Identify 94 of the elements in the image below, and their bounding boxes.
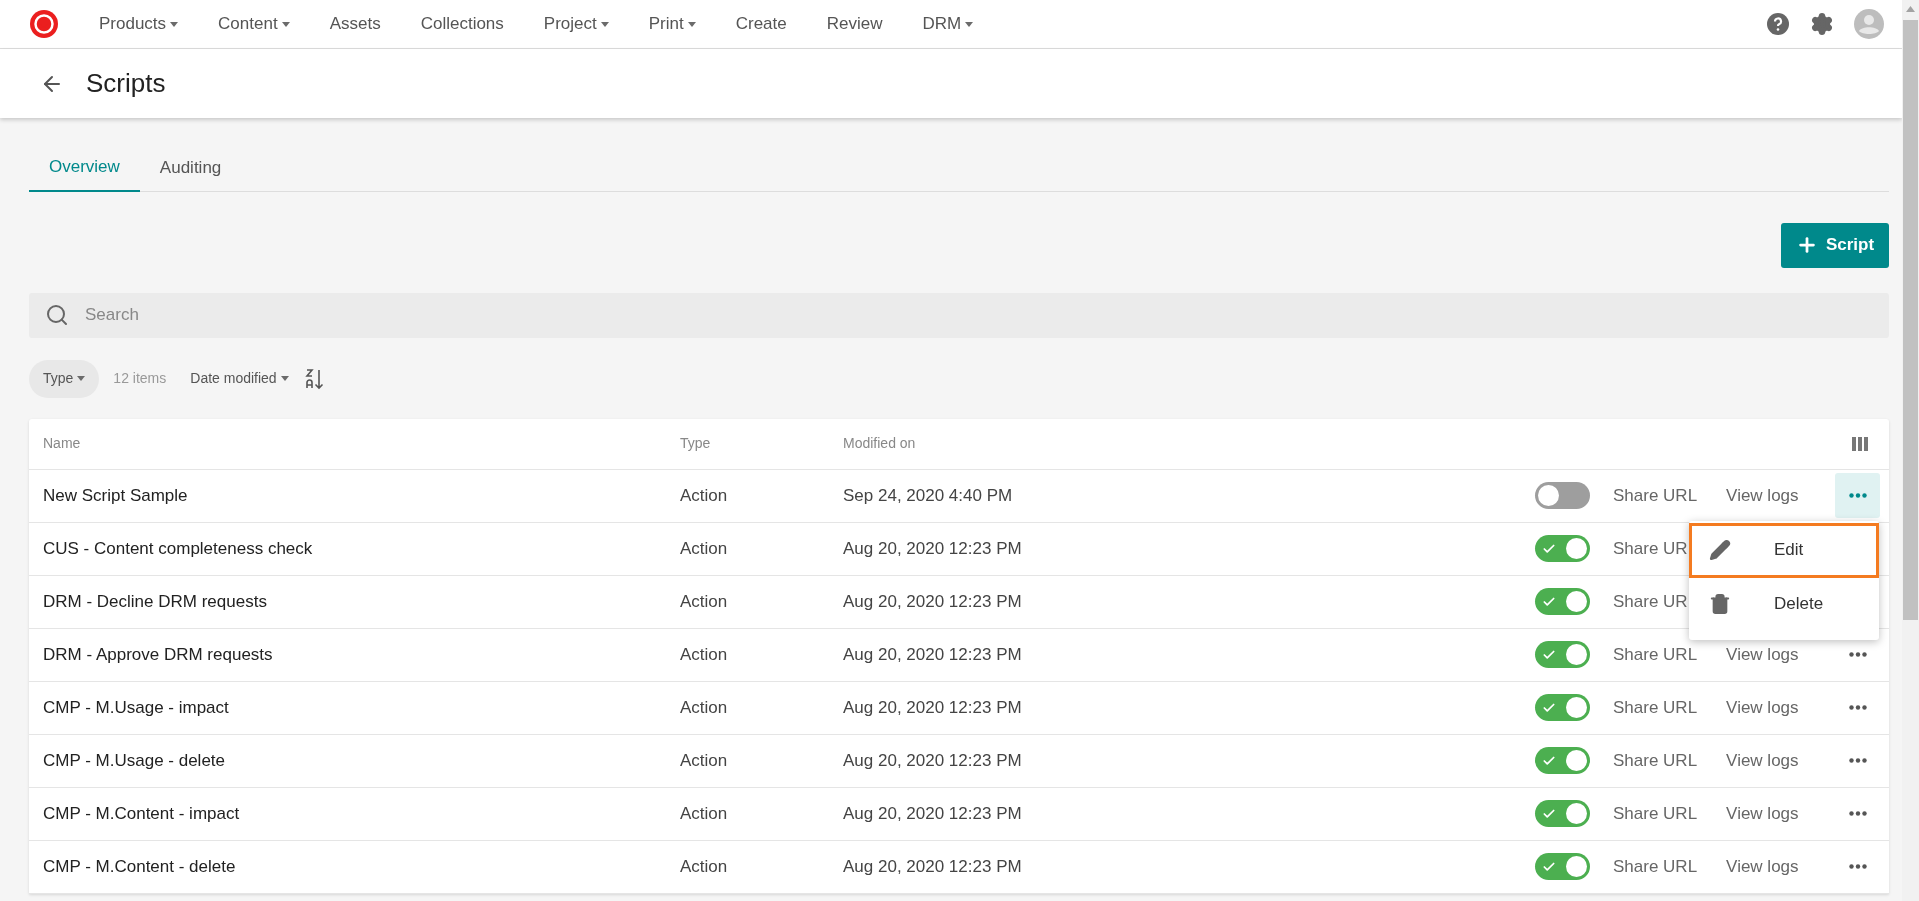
toggle-switch[interactable] (1535, 694, 1590, 721)
add-script-button[interactable]: Script (1781, 222, 1889, 268)
table-cell-text: Action (680, 643, 729, 666)
menu-item[interactable]: Edit (1689, 522, 1879, 578)
share-url-link[interactable]: Share URL (1613, 641, 1698, 668)
logo-icon (29, 9, 59, 39)
table-cell-text: Aug 20, 2020 12:23 PM (843, 537, 1023, 560)
share-url-link[interactable]: Share UR (1613, 535, 1688, 562)
table-cell-text: Sep 24, 2020 4:40 PM (843, 484, 1014, 507)
toggle-switch[interactable] (1535, 800, 1590, 827)
caret-icon (280, 376, 289, 381)
more-icon (1848, 758, 1867, 763)
table-cell-text: Action (680, 749, 729, 772)
table-cell-text: Action (680, 802, 729, 825)
share-url-link[interactable]: Share URL (1613, 747, 1698, 774)
settings-icon[interactable] (1810, 12, 1834, 36)
toggle-switch[interactable] (1535, 535, 1590, 562)
nav-menu-item[interactable]: Print (648, 11, 696, 37)
table-cell-text: Aug 20, 2020 12:23 PM (843, 643, 1023, 666)
column-header: Modified on (843, 434, 917, 453)
caret-icon (600, 21, 609, 27)
tab[interactable]: Overview (29, 154, 140, 192)
table-cell-text: Action (680, 537, 729, 560)
nav-menu-item[interactable]: Review (826, 11, 883, 37)
script-name[interactable]: DRM - Decline DRM requests (29, 588, 680, 615)
share-url-link[interactable]: Share URL (1613, 853, 1698, 880)
view-logs-link[interactable]: View logs (1726, 694, 1799, 721)
more-icon (1848, 705, 1867, 710)
scroll-up-icon[interactable] (1906, 6, 1915, 12)
share-url-link[interactable]: Share URL (1613, 694, 1698, 721)
menu-item[interactable]: Delete (1689, 577, 1879, 630)
more-icon (1848, 811, 1867, 816)
caret-icon (965, 21, 974, 27)
share-url-link[interactable]: Share URL (1613, 800, 1698, 827)
view-logs-link[interactable]: View logs (1726, 747, 1799, 774)
more-icon (1848, 652, 1867, 657)
view-logs-link[interactable]: View logs (1726, 482, 1799, 509)
toggle-switch[interactable] (1535, 641, 1590, 668)
columns-icon[interactable] (1852, 436, 1868, 451)
nav-menu-item[interactable]: Assets (329, 11, 381, 37)
toggle-switch[interactable] (1535, 747, 1590, 774)
type-filter[interactable]: Type (29, 359, 100, 398)
table-cell-text: Action (680, 696, 729, 719)
share-url-link[interactable]: Share URL (1613, 482, 1698, 509)
toggle-switch[interactable] (1535, 853, 1590, 880)
nav-menu-item[interactable]: Products (99, 11, 179, 37)
script-name[interactable]: CMP - M.Content - delete (29, 853, 680, 880)
view-logs-link[interactable]: View logs (1726, 641, 1799, 668)
script-name[interactable]: CMP - M.Content - impact (29, 800, 680, 827)
script-name[interactable]: CMP - M.Usage - impact (29, 694, 680, 721)
toggle-switch[interactable] (1535, 482, 1590, 509)
search-icon (45, 303, 69, 327)
table-cell-text: Aug 20, 2020 12:23 PM (843, 590, 1023, 613)
more-icon (1848, 864, 1867, 869)
toggle-switch[interactable] (1535, 588, 1590, 615)
caret-icon (281, 21, 290, 27)
tab[interactable]: Auditing (139, 154, 242, 191)
nav-menu-item[interactable]: Content (218, 11, 290, 37)
search-input[interactable]: Search (85, 302, 1873, 328)
nav-menu-item[interactable]: Create (735, 11, 787, 37)
nav-menu-item[interactable]: Project (543, 11, 609, 37)
view-logs-link[interactable]: View logs (1726, 853, 1799, 880)
more-icon (1848, 493, 1867, 498)
column-header: Name (42, 434, 82, 453)
item-count: 12 items (113, 369, 167, 388)
caret-icon (77, 376, 86, 381)
nav-menu-item[interactable]: DRM (922, 11, 974, 37)
table-cell-text: Action (680, 855, 729, 878)
view-logs-link[interactable]: View logs (1726, 800, 1799, 827)
table-cell-text: Action (680, 590, 729, 613)
column-header: Type (680, 434, 712, 453)
script-name[interactable]: DRM - Approve DRM requests (29, 641, 680, 668)
table-cell-text: Aug 20, 2020 12:23 PM (843, 802, 1023, 825)
page-title: Scripts (86, 67, 166, 100)
share-url-link[interactable]: Share UR (1613, 588, 1688, 615)
trash-icon (1709, 592, 1731, 615)
caret-icon (687, 21, 696, 27)
help-icon[interactable] (1766, 12, 1790, 36)
script-name[interactable]: CUS - Content completeness check (29, 535, 680, 562)
table-cell-text: Aug 20, 2020 12:23 PM (843, 855, 1023, 878)
script-name[interactable]: CMP - M.Usage - delete (29, 747, 680, 774)
avatar-icon[interactable] (1854, 9, 1884, 39)
more-button[interactable] (1835, 473, 1880, 518)
sort-order-icon[interactable] (304, 367, 325, 390)
caret-icon (170, 21, 179, 27)
table-cell-text: Aug 20, 2020 12:23 PM (843, 696, 1023, 719)
script-name[interactable]: New Script Sample (29, 482, 680, 509)
sort-dropdown[interactable]: Date modified (190, 368, 289, 389)
table-cell-text: Aug 20, 2020 12:23 PM (843, 749, 1023, 772)
pencil-icon (1709, 539, 1731, 561)
table-cell-text: Action (680, 484, 729, 507)
nav-menu-item[interactable]: Collections (420, 11, 504, 37)
search-field[interactable]: Search (29, 292, 1889, 338)
scrollbar[interactable] (1902, 0, 1919, 901)
